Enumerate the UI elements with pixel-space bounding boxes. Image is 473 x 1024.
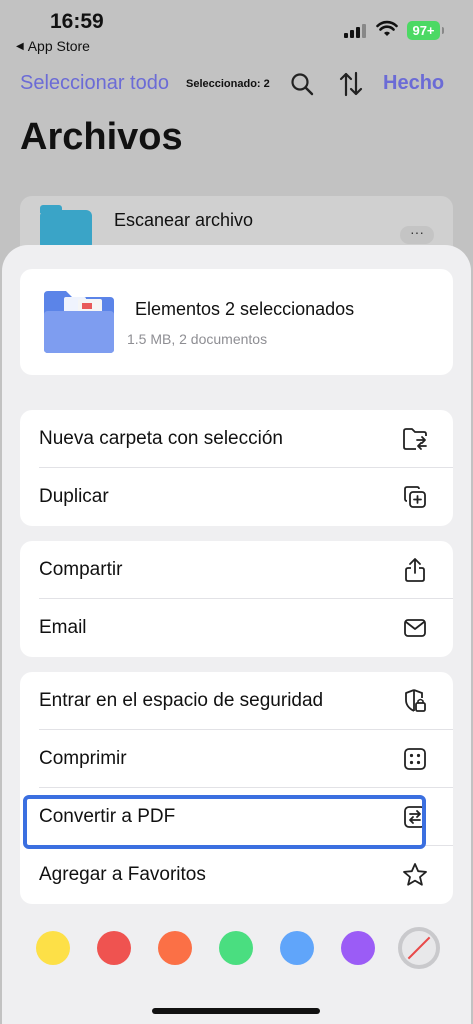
security-space-item[interactable]: Entrar en el espacio de seguridad xyxy=(20,672,453,730)
folder-icon xyxy=(42,289,116,355)
menu-item-label: Agregar a Favoritos xyxy=(39,864,206,885)
action-group-share: Compartir Email xyxy=(20,541,453,657)
home-indicator xyxy=(152,1008,320,1014)
battery-level: 97+ xyxy=(412,23,435,38)
color-tag-purple[interactable] xyxy=(341,931,375,965)
new-folder-with-selection-item[interactable]: Nueva carpeta con selección xyxy=(20,410,453,468)
convert-icon xyxy=(401,803,429,831)
color-tag-yellow[interactable] xyxy=(36,931,70,965)
menu-item-label: Convertir a PDF xyxy=(39,806,176,827)
compress-item[interactable]: Comprimir xyxy=(20,730,453,788)
color-tag-green[interactable] xyxy=(219,931,253,965)
back-app-label: App Store xyxy=(27,38,90,54)
selected-count-label: Seleccionado: 2 xyxy=(186,78,270,90)
select-all-button[interactable]: Seleccionar todo xyxy=(20,72,169,95)
menu-item-label: Comprimir xyxy=(39,748,127,769)
action-sheet: Elementos 2 seleccionados 1.5 MB, 2 docu… xyxy=(2,245,471,1024)
wifi-icon xyxy=(376,20,398,43)
folder-move-icon xyxy=(401,425,429,453)
menu-item-label: Nueva carpeta con selección xyxy=(39,428,283,449)
action-group-organize: Nueva carpeta con selección Duplicar xyxy=(20,410,453,526)
file-name: Escanear archivo xyxy=(114,210,254,230)
menu-item-label: Duplicar xyxy=(39,486,109,507)
search-icon[interactable] xyxy=(290,72,314,101)
add-to-favorites-item[interactable]: Agregar a Favoritos xyxy=(20,846,453,904)
shield-lock-icon xyxy=(401,687,429,715)
folder-icon xyxy=(40,205,92,250)
page-title: Archivos xyxy=(20,116,183,158)
more-options-icon[interactable]: ··· xyxy=(400,225,434,244)
action-group-tools: Entrar en el espacio de seguridad Compri… xyxy=(20,672,453,904)
selection-title: Elementos 2 seleccionados xyxy=(135,299,355,319)
convert-to-pdf-item[interactable]: Convertir a PDF xyxy=(20,788,453,846)
selection-subtitle: 1.5 MB, 2 documentos xyxy=(127,331,268,347)
no-color-tag-icon[interactable] xyxy=(398,927,440,969)
mail-icon xyxy=(401,614,429,642)
share-icon xyxy=(401,556,429,584)
color-tag-orange[interactable] xyxy=(158,931,192,965)
done-button[interactable]: Hecho xyxy=(383,72,444,95)
compress-icon xyxy=(401,745,429,773)
menu-item-label: Entrar en el espacio de seguridad xyxy=(39,690,324,711)
battery-icon: 97+ xyxy=(407,21,444,40)
back-to-app-button[interactable]: ◀ App Store xyxy=(16,38,90,54)
clock: 16:59 xyxy=(50,10,104,33)
star-icon xyxy=(401,861,429,889)
sort-icon[interactable] xyxy=(339,71,363,102)
color-tag-red[interactable] xyxy=(97,931,131,965)
share-item[interactable]: Compartir xyxy=(20,541,453,599)
color-tag-picker xyxy=(2,925,471,973)
menu-item-label: Email xyxy=(39,617,87,638)
color-tag-blue[interactable] xyxy=(280,931,314,965)
duplicate-item[interactable]: Duplicar xyxy=(20,468,453,526)
back-triangle-icon: ◀ xyxy=(16,40,24,52)
toolbar: Seleccionar todo Seleccionado: 2 Hecho xyxy=(0,66,473,102)
status-bar: 16:59 ◀ App Store 97+ xyxy=(0,0,473,60)
selection-summary-card: Elementos 2 seleccionados 1.5 MB, 2 docu… xyxy=(20,269,453,375)
email-item[interactable]: Email xyxy=(20,599,453,657)
cellular-signal-icon xyxy=(344,22,366,38)
menu-item-label: Compartir xyxy=(39,559,123,580)
duplicate-icon xyxy=(401,483,429,511)
